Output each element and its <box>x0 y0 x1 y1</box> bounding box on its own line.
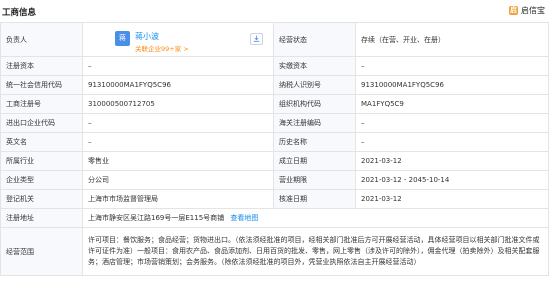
address-label: 注册地址 <box>0 208 83 228</box>
table-row: 英文名 – 历史名称 – <box>0 132 549 152</box>
table-row: 经营范围 许可项目：餐饮服务；食品经营；货物进出口。（依法须经批准的项目，经相关… <box>0 227 549 276</box>
reg-no-label: 工商注册号 <box>0 94 83 114</box>
address-cell: 上海市静安区吴江路169号一层E115号商铺 查看地图 <box>82 208 549 228</box>
authority-value: 上海市市场监督管理局 <box>82 189 274 209</box>
paid-capital-label: 实缴资本 <box>273 56 356 76</box>
reg-no-value: 310000500712705 <box>82 94 274 114</box>
approved-label: 核准日期 <box>273 189 356 209</box>
authority-label: 登记机关 <box>0 189 83 209</box>
business-info-table: 负责人 蒋 蒋小波 关联企业99+家 > 经营状态 存续（在营、开业、在册） 注… <box>0 22 549 276</box>
paid-capital-value: – <box>355 56 549 76</box>
english-name-label: 英文名 <box>0 132 83 152</box>
brand-logo-icon: 启 <box>509 6 518 15</box>
customs-value: – <box>355 113 549 133</box>
former-name-label: 历史名称 <box>273 132 356 152</box>
import-export-value: – <box>82 113 274 133</box>
scope-value: 许可项目：餐饮服务；食品经营；货物进出口。（依法须经批准的项目，经相关部门批准后… <box>82 227 549 276</box>
org-code-value: MA1FYQ5C9 <box>355 94 549 114</box>
industry-value: 零售业 <box>82 151 274 171</box>
owner-name-link[interactable]: 蒋小波 <box>135 31 159 42</box>
table-row: 所属行业 零售业 成立日期 2021-03-12 <box>0 151 549 171</box>
founded-label: 成立日期 <box>273 151 356 171</box>
brand-name: 启信宝 <box>521 6 545 15</box>
term-label: 营业期限 <box>273 170 356 190</box>
import-export-label: 进出口企业代码 <box>0 113 83 133</box>
capital-value: – <box>82 56 274 76</box>
table-row: 负责人 蒋 蒋小波 关联企业99+家 > 经营状态 存续（在营、开业、在册） <box>0 22 549 57</box>
credit-code-value: 91310000MA1FYQ5C96 <box>82 75 274 95</box>
brand[interactable]: 启 启信宝 <box>509 5 545 16</box>
table-row: 工商注册号 310000500712705 组织机构代码 MA1FYQ5C9 <box>0 94 549 114</box>
table-row: 统一社会信用代码 91310000MA1FYQ5C96 纳税人识别号 91310… <box>0 75 549 95</box>
customs-label: 海关注册编码 <box>273 113 356 133</box>
english-name-value: – <box>82 132 274 152</box>
owner-label: 负责人 <box>0 22 83 57</box>
avatar: 蒋 <box>115 31 130 46</box>
download-icon[interactable] <box>250 33 263 45</box>
credit-code-label: 统一社会信用代码 <box>0 75 83 95</box>
related-companies-link[interactable]: 关联企业99+家 > <box>135 43 189 53</box>
company-type-label: 企业类型 <box>0 170 83 190</box>
section-title: 工商信息 <box>2 8 37 18</box>
table-row: 注册地址 上海市静安区吴江路169号一层E115号商铺 查看地图 <box>0 208 549 228</box>
former-name-value: – <box>355 132 549 152</box>
tax-id-label: 纳税人识别号 <box>273 75 356 95</box>
table-row: 登记机关 上海市市场监督管理局 核准日期 2021-03-12 <box>0 189 549 209</box>
tax-id-value: 91310000MA1FYQ5C96 <box>355 75 549 95</box>
owner-cell: 蒋 蒋小波 关联企业99+家 > <box>82 22 274 57</box>
capital-label: 注册资本 <box>0 56 83 76</box>
table-row: 企业类型 分公司 营业期限 2021-03-12 - 2045-10-14 <box>0 170 549 190</box>
org-code-label: 组织机构代码 <box>273 94 356 114</box>
industry-label: 所属行业 <box>0 151 83 171</box>
term-value: 2021-03-12 - 2045-10-14 <box>355 170 549 190</box>
status-label: 经营状态 <box>273 22 356 57</box>
view-map-link[interactable]: 查看地图 <box>230 214 258 222</box>
status-value: 存续（在营、开业、在册） <box>355 22 549 57</box>
table-row: 注册资本 – 实缴资本 – <box>0 56 549 76</box>
approved-value: 2021-03-12 <box>355 189 549 209</box>
company-type-value: 分公司 <box>82 170 274 190</box>
address-value: 上海市静安区吴江路169号一层E115号商铺 <box>88 214 225 222</box>
scope-label: 经营范围 <box>0 227 83 276</box>
founded-value: 2021-03-12 <box>355 151 549 171</box>
section-header: 工商信息 启 启信宝 <box>0 0 550 22</box>
table-row: 进出口企业代码 – 海关注册编码 – <box>0 113 549 133</box>
